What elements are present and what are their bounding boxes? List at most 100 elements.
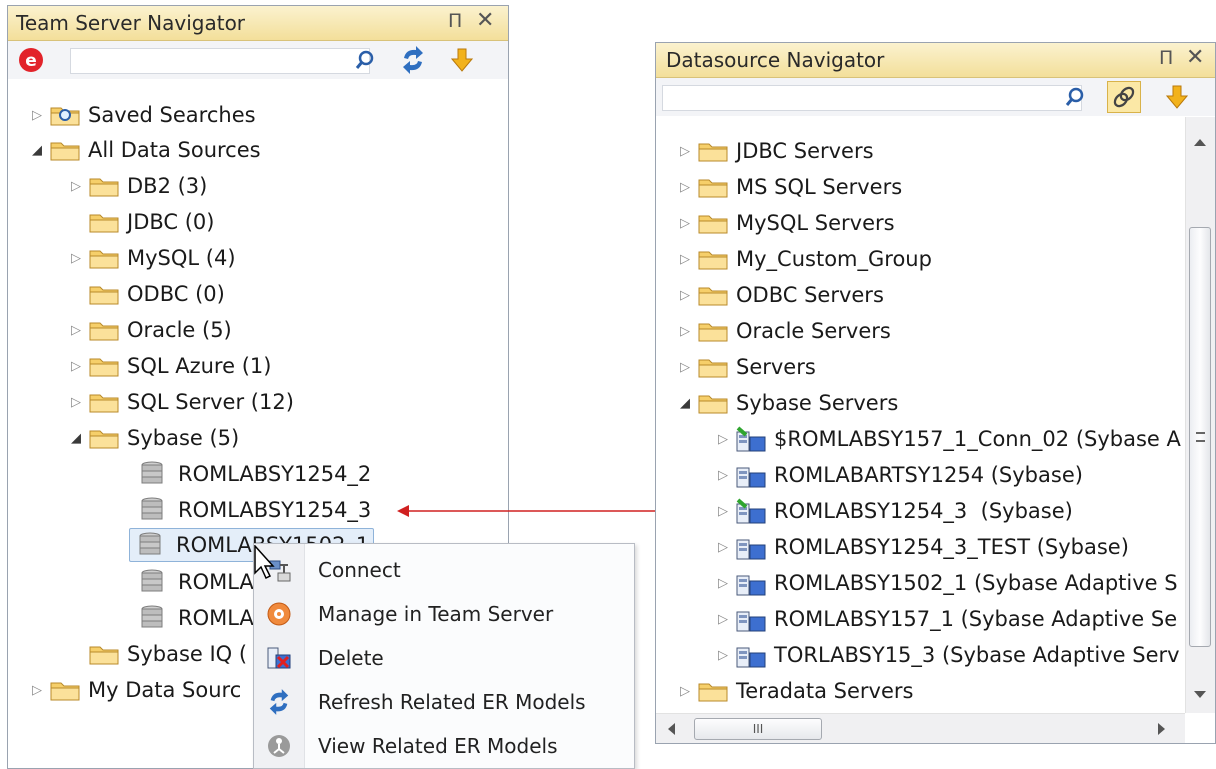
expand-icon[interactable]: ▷: [28, 108, 46, 123]
team-search-input[interactable]: [70, 48, 370, 74]
tree-item-server-connection[interactable]: ▷ ROMLABSY1254_3 (Sybase): [714, 494, 1073, 528]
tree-item-server[interactable]: ▷ ROMLABSY1502_1 (Sybase Adaptive S: [714, 566, 1178, 600]
refresh-icon[interactable]: [400, 46, 426, 79]
expand-icon[interactable]: ▷: [28, 683, 46, 698]
tree-item-sql-server[interactable]: ▷ SQL Server (12): [67, 385, 294, 419]
expand-icon[interactable]: ▷: [676, 324, 694, 339]
server-icon: [736, 606, 766, 632]
collapse-icon[interactable]: ◢: [676, 396, 694, 411]
tree-item-jdbc[interactable]: JDBC (0): [67, 205, 215, 239]
expand-icon[interactable]: ▷: [67, 251, 85, 266]
tree-item-server-connection[interactable]: ▷ $ROMLABSY157_1_Conn_02 (Sybase A: [714, 422, 1181, 456]
tree-item-sql-azure[interactable]: ▷ SQL Azure (1): [67, 349, 271, 383]
datasource-search-input[interactable]: [662, 85, 1082, 111]
tree-item-my-data-sources[interactable]: ▷ My Data Sourc: [28, 673, 241, 707]
expand-icon[interactable]: ▷: [714, 612, 732, 627]
menu-item-view-related-er-models[interactable]: View Related ER Models: [254, 724, 634, 768]
scroll-grip-label: III: [752, 722, 764, 736]
search-icon[interactable]: [354, 49, 376, 76]
expand-icon[interactable]: ▷: [676, 144, 694, 159]
tree-item-mysql[interactable]: ▷ MySQL (4): [67, 241, 236, 275]
tree-item-ms-sql-servers[interactable]: ▷ MS SQL Servers: [676, 170, 902, 204]
tree-item-server[interactable]: ▷ ROMLABSY1254_3_TEST (Sybase): [714, 530, 1129, 564]
tree-item-teradata-servers[interactable]: ▷ Teradata Servers: [676, 674, 913, 708]
tree-item-jdbc-servers[interactable]: ▷ JDBC Servers: [676, 134, 874, 168]
collapse-icon[interactable]: ◢: [67, 431, 85, 446]
menu-item-manage-in-team-server[interactable]: Manage in Team Server: [254, 592, 634, 636]
scroll-left-icon[interactable]: [668, 723, 675, 735]
expand-icon[interactable]: ▷: [714, 432, 732, 447]
search-icon[interactable]: [1064, 86, 1086, 113]
tree-item-saved-searches[interactable]: ▷ Saved Searches: [28, 98, 256, 132]
horizontal-scrollbar-thumb[interactable]: III: [694, 718, 822, 740]
tree-item-mysql-servers[interactable]: ▷ MySQL Servers: [676, 206, 895, 240]
team-navigator-toolbar: e: [8, 41, 508, 79]
menu-item-delete[interactable]: Delete: [254, 636, 634, 680]
tree-item-odbc[interactable]: ODBC (0): [67, 277, 225, 311]
server-icon: [736, 462, 766, 488]
link-toggle-icon[interactable]: [1107, 81, 1141, 113]
close-icon[interactable]: ✕: [1186, 45, 1204, 70]
tree-item-my-custom-group[interactable]: ▷ My_Custom_Group: [676, 242, 932, 276]
tree-item-all-data-sources[interactable]: ◢ All Data Sources: [28, 133, 261, 167]
download-arrow-icon[interactable]: [450, 48, 474, 77]
collapse-icon[interactable]: ◢: [28, 143, 46, 158]
tree-item-datasource[interactable]: ROMLA: [136, 601, 254, 635]
expand-icon[interactable]: ▷: [714, 504, 732, 519]
tree-item-server[interactable]: ▷ ROMLABSY157_1 (Sybase Adaptive Se: [714, 602, 1177, 636]
expand-icon[interactable]: ▷: [714, 468, 732, 483]
expand-icon[interactable]: ▷: [676, 684, 694, 699]
datasource-navigator-title: Datasource Navigator: [666, 48, 885, 72]
folder-icon: [89, 247, 119, 269]
expand-icon[interactable]: ▷: [676, 216, 694, 231]
scroll-down-icon[interactable]: [1194, 691, 1206, 698]
expand-icon[interactable]: ▷: [676, 360, 694, 375]
tree-item-datasource[interactable]: ROMLABSY1254_2: [136, 457, 371, 491]
scroll-right-icon[interactable]: [1158, 723, 1165, 735]
pin-icon[interactable]: Π: [1159, 47, 1173, 69]
tree-item-oracle-servers[interactable]: ▷ Oracle Servers: [676, 314, 891, 348]
team-navigator-title: Team Server Navigator: [16, 11, 246, 35]
folder-icon: [698, 284, 728, 306]
svg-text:e: e: [25, 51, 37, 71]
tree-item-server[interactable]: ▷ TORLABSY15_3 (Sybase Adaptive Serv: [714, 638, 1180, 672]
tree-item-sybase-iq[interactable]: Sybase IQ (: [67, 637, 247, 671]
folder-icon: [698, 248, 728, 270]
expand-icon[interactable]: ▷: [67, 323, 85, 338]
tree-item-server[interactable]: ▷ ROMLABARTSY1254 (Sybase): [714, 458, 1083, 492]
vertical-scrollbar[interactable]: [1185, 117, 1215, 713]
tree-item-servers[interactable]: ▷ Servers: [676, 350, 816, 384]
tree-item-sybase-servers[interactable]: ◢ Sybase Servers: [676, 386, 898, 420]
expand-icon[interactable]: ▷: [676, 252, 694, 267]
database-icon: [140, 569, 170, 595]
folder-icon: [89, 391, 119, 413]
folder-icon: [89, 427, 119, 449]
pin-icon[interactable]: Π: [448, 10, 462, 32]
expand-icon[interactable]: ▷: [67, 179, 85, 194]
tree-item-datasource[interactable]: ROMLABSY1254_3: [136, 493, 371, 527]
expand-icon[interactable]: ▷: [714, 576, 732, 591]
scroll-up-icon[interactable]: [1194, 139, 1206, 146]
expand-icon[interactable]: ▷: [714, 540, 732, 555]
tree-item-datasource[interactable]: ROMLA: [136, 565, 254, 599]
close-icon[interactable]: ✕: [476, 8, 494, 33]
tree-item-odbc-servers[interactable]: ▷ ODBC Servers: [676, 278, 884, 312]
tree-item-oracle[interactable]: ▷ Oracle (5): [67, 313, 232, 347]
expand-icon[interactable]: ▷: [67, 359, 85, 374]
expand-icon[interactable]: ▷: [676, 288, 694, 303]
refresh-icon: [254, 689, 304, 715]
scrollbar-thumb[interactable]: [1189, 227, 1211, 647]
folder-icon: [89, 211, 119, 233]
folder-icon: [89, 355, 119, 377]
tree-item-sybase[interactable]: ◢ Sybase (5): [67, 421, 239, 455]
download-arrow-icon[interactable]: [1165, 85, 1189, 114]
tree-item-db2[interactable]: ▷ DB2 (3): [67, 169, 207, 203]
expand-icon[interactable]: ▷: [67, 395, 85, 410]
menu-item-refresh-related-er-models[interactable]: Refresh Related ER Models: [254, 680, 634, 724]
expand-icon[interactable]: ▷: [714, 648, 732, 663]
folder-icon: [89, 283, 119, 305]
expand-icon[interactable]: ▷: [676, 180, 694, 195]
menu-item-connect[interactable]: Connect: [254, 548, 634, 592]
team-navigator-title-bar: Team Server Navigator Π ✕: [8, 6, 508, 41]
horizontal-scrollbar[interactable]: III: [656, 713, 1185, 743]
